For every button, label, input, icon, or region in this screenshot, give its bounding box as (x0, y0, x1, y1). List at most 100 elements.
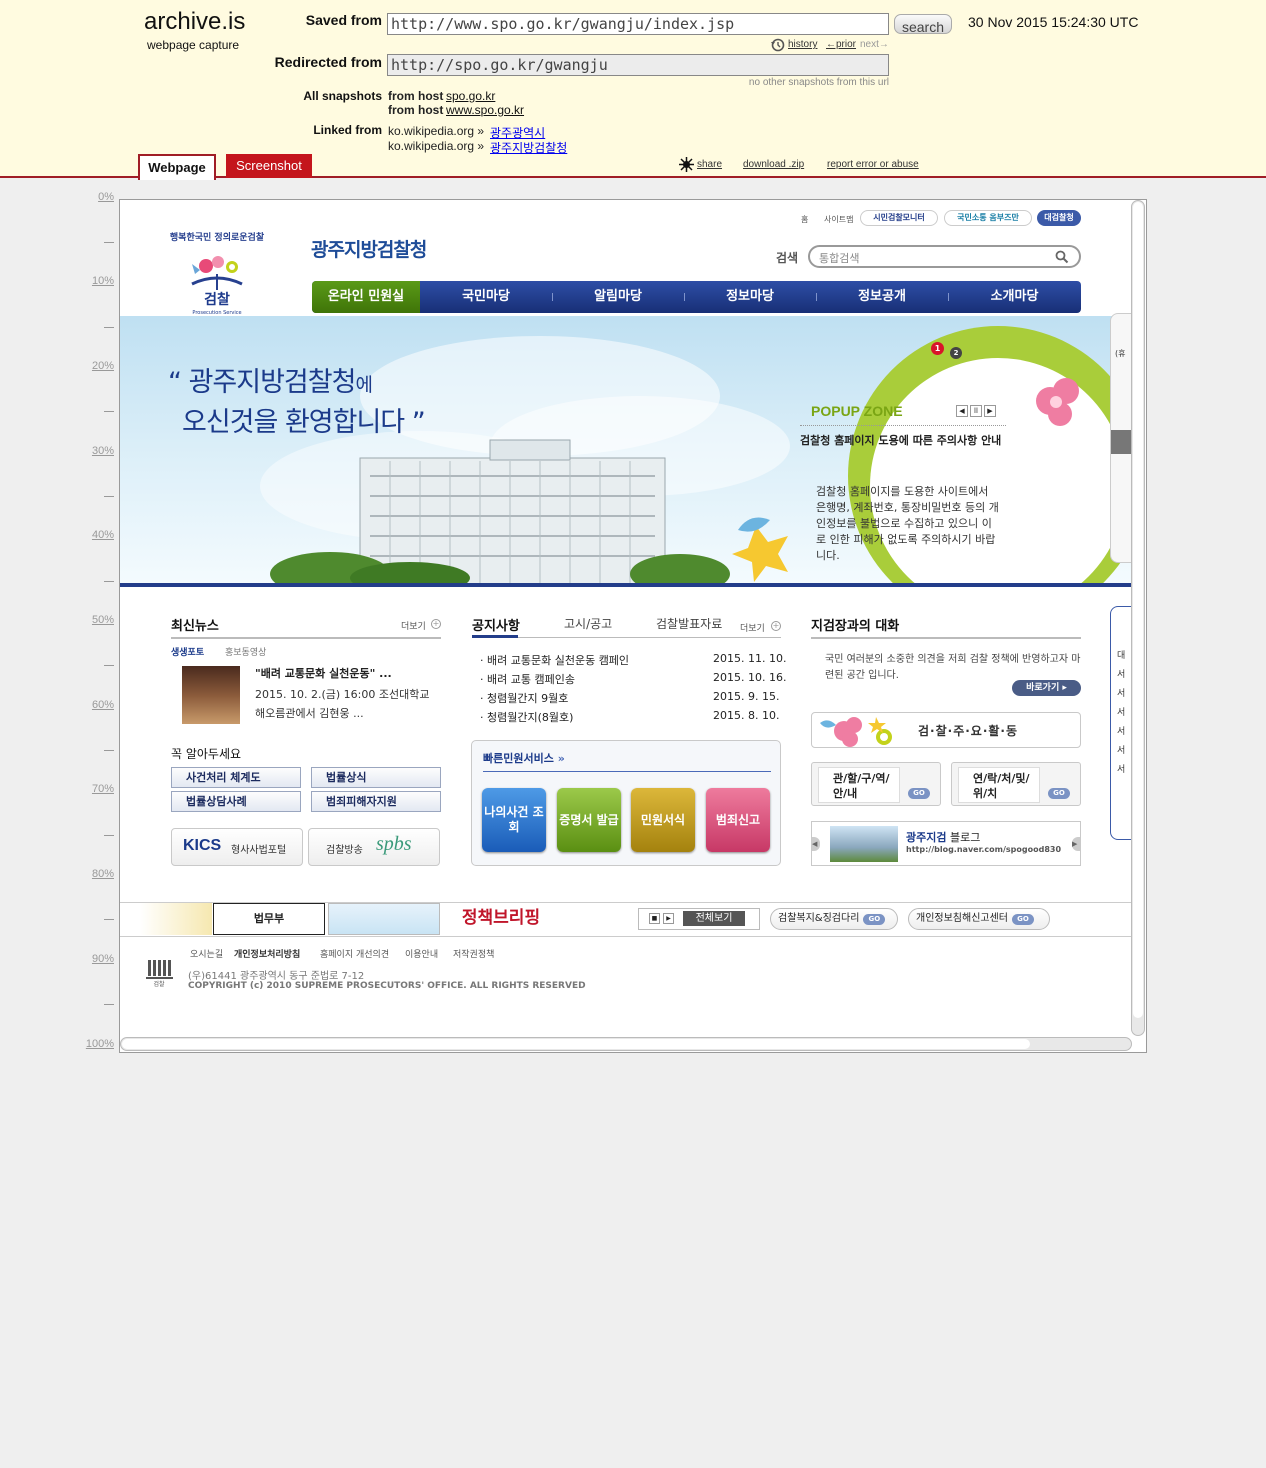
search-button[interactable]: search (894, 14, 952, 34)
ruler-100[interactable]: 100% (80, 1038, 114, 1050)
blog-banner[interactable]: ◀ 광주지검 블로그 http://blog.naver.com/spogood… (811, 821, 1081, 866)
popup-page-1[interactable]: 1 (931, 342, 944, 355)
nav-disclosure[interactable]: 정보공개 (816, 281, 948, 313)
quick-certificate[interactable]: 증명서 발급 (557, 788, 621, 852)
saved-url-field[interactable]: http://www.spo.go.kr/gwangju/index.jsp (387, 13, 889, 35)
ruler-80[interactable]: 80% (80, 868, 114, 880)
banner-policy-briefing[interactable]: 정책브리핑 (446, 903, 556, 935)
popup-pause-icon[interactable]: ll (970, 405, 982, 417)
download-zip-link[interactable]: download .zip (743, 159, 804, 170)
notice-tab-announcements[interactable]: 공지사항 (472, 615, 520, 634)
banner-left-partner[interactable] (140, 903, 212, 935)
must-know-process[interactable]: 사건처리 체계도 (171, 767, 301, 788)
footer-privacy-link[interactable]: 개인정보처리방침 (234, 947, 300, 960)
popup-heading[interactable]: 검찰청 홈페이지 도용에 따른 주의사항 안내 (800, 432, 1010, 450)
banner-ministry-justice[interactable]: 법무부 (213, 903, 325, 935)
tab-screenshot[interactable]: Screenshot (226, 154, 312, 178)
contact-button[interactable]: 연/락/처/및/위/치 GO (951, 762, 1081, 806)
search-icon[interactable] (1055, 249, 1069, 264)
footer-feedback-link[interactable]: 홈페이지 개선의견 (320, 947, 389, 960)
host-link-1[interactable]: spo.go.kr (446, 89, 495, 103)
popup-page-2[interactable]: 2 (950, 347, 962, 359)
share-link[interactable]: share (697, 159, 722, 170)
footer-copyright-policy-link[interactable]: 저작권정책 (453, 947, 494, 960)
spbs-portal-button[interactable]: 검찰방송 spbs (308, 828, 440, 866)
ruler-50[interactable]: 50% (80, 614, 114, 626)
banner-stop-icon[interactable]: ■ (649, 913, 660, 924)
util-home-link[interactable]: 홈 (801, 214, 808, 225)
news-tab-video[interactable]: 홍보동영상 (225, 645, 266, 658)
notice-tab-public[interactable]: 고시/공고 (564, 615, 612, 632)
history-link[interactable]: history (788, 39, 817, 50)
ruler-0[interactable]: 0% (80, 191, 114, 203)
horizontal-scroll-thumb[interactable] (122, 1039, 1030, 1049)
ruler-20[interactable]: 20% (80, 360, 114, 372)
quick-civil-forms[interactable]: 민원서식 (631, 788, 695, 852)
prosecution-logo[interactable]: 행복한국민 정의로운검찰 검찰 Prosecution Service (162, 218, 272, 318)
nav-online-civil[interactable]: 온라인 민원실 (312, 281, 420, 313)
footer-guide-link[interactable]: 이용안내 (405, 947, 438, 960)
util-sitemap-link[interactable]: 사이트맵 (824, 214, 853, 225)
notice-item[interactable]: · 배려 교통 캠페인송 (480, 671, 575, 687)
banner-campaign[interactable] (328, 903, 440, 935)
nav-about[interactable]: 소개마당 (948, 281, 1081, 313)
vertical-scroll-thumb[interactable] (1133, 202, 1143, 1018)
news-thumbnail[interactable] (182, 666, 240, 724)
horizontal-scrollbar[interactable] (120, 1037, 1132, 1051)
host-link-2[interactable]: www.spo.go.kr (446, 103, 524, 117)
jurisdiction-button[interactable]: 관/할/구/역/안/내 GO (811, 762, 941, 806)
news-tab-photo[interactable]: 생생포토 (171, 645, 204, 658)
nav-info[interactable]: 정보마당 (684, 281, 816, 313)
ruler-40[interactable]: 40% (80, 529, 114, 541)
quick-my-case[interactable]: 나의사건 조회 (482, 788, 546, 852)
ruler-10[interactable]: 10% (80, 275, 114, 287)
citizen-monitor-button[interactable]: 시민검찰모니터 (860, 210, 938, 226)
ruler-30[interactable]: 30% (80, 445, 114, 457)
news-more-icon[interactable]: + (431, 619, 441, 629)
must-know-legal-knowledge[interactable]: 법률상식 (311, 767, 441, 788)
popup-next-icon[interactable]: ▶ (984, 405, 996, 417)
kics-portal-button[interactable]: KICS 형사사법포털 (171, 828, 303, 866)
ruler-90[interactable]: 90% (80, 953, 114, 965)
banner-privacy-center-link[interactable]: 개인정보침해신고센터 GO (908, 908, 1050, 930)
news-more-link[interactable]: 더보기 (401, 619, 426, 632)
news-headline[interactable]: "배려 교통문화 실천운동" ... (255, 665, 392, 681)
banner-partner-emblem[interactable] (560, 903, 620, 935)
notice-item[interactable]: · 청렴월간지(8월호) (480, 709, 573, 725)
activities-banner[interactable]: 검·찰·주·요·활·동 (811, 712, 1081, 748)
notice-more-icon[interactable]: + (771, 621, 781, 631)
redirected-url-field[interactable]: http://spo.go.kr/gwangju (387, 54, 889, 76)
share-icon (679, 157, 694, 172)
notice-item[interactable]: · 청렴월간지 9월호 (480, 690, 568, 706)
blog-next-icon[interactable]: ▶ (1072, 837, 1080, 851)
notice-tab-press[interactable]: 검찰발표자료 (656, 615, 722, 632)
must-know-victim-support[interactable]: 범죄피해자지원 (311, 791, 441, 812)
ombudsman-button[interactable]: 국민소통 옴부즈만 (944, 210, 1032, 226)
vertical-scrollbar[interactable] (1131, 200, 1145, 1036)
prior-link[interactable]: ←prior (826, 39, 856, 50)
blog-prev-icon[interactable]: ◀ (812, 837, 820, 851)
tab-webpage[interactable]: Webpage (138, 154, 216, 180)
banner-view-all-button[interactable]: 전체보기 (683, 911, 745, 926)
ruler-60[interactable]: 60% (80, 699, 114, 711)
notice-more-link[interactable]: 더보기 (740, 621, 765, 634)
banner-welfare-link[interactable]: 검찰복지&징검다리 GO (770, 908, 898, 930)
site-title[interactable]: 광주지방검찰청 (311, 235, 427, 262)
notice-item[interactable]: · 배려 교통문화 실천운동 캠페인 (480, 652, 629, 668)
must-know-consult-cases[interactable]: 법률상담사례 (171, 791, 301, 812)
report-link[interactable]: report error or abuse (827, 159, 919, 170)
site-search-input[interactable]: 통합검색 (808, 245, 1081, 268)
linked-link-2[interactable]: 광주지방검찰청 (490, 139, 567, 156)
banner-play-icon[interactable]: ▶ (663, 913, 674, 924)
archive-logo[interactable]: archive.is (144, 8, 245, 36)
ruler-70[interactable]: 70% (80, 783, 114, 795)
dialog-go-button[interactable]: 바로가기 ▸ (1012, 680, 1081, 696)
popup-prev-icon[interactable]: ◀ (956, 405, 968, 417)
notice-date: 2015. 10. 16. (713, 671, 787, 684)
supreme-office-button[interactable]: 대검찰청 (1037, 210, 1081, 226)
quick-crime-report[interactable]: 범죄신고 (706, 788, 770, 852)
footer-directions-link[interactable]: 오시는길 (190, 947, 223, 960)
next-link[interactable]: next→ (860, 39, 889, 50)
nav-notice[interactable]: 알림마당 (552, 281, 684, 313)
nav-citizen[interactable]: 국민마당 (420, 281, 552, 313)
